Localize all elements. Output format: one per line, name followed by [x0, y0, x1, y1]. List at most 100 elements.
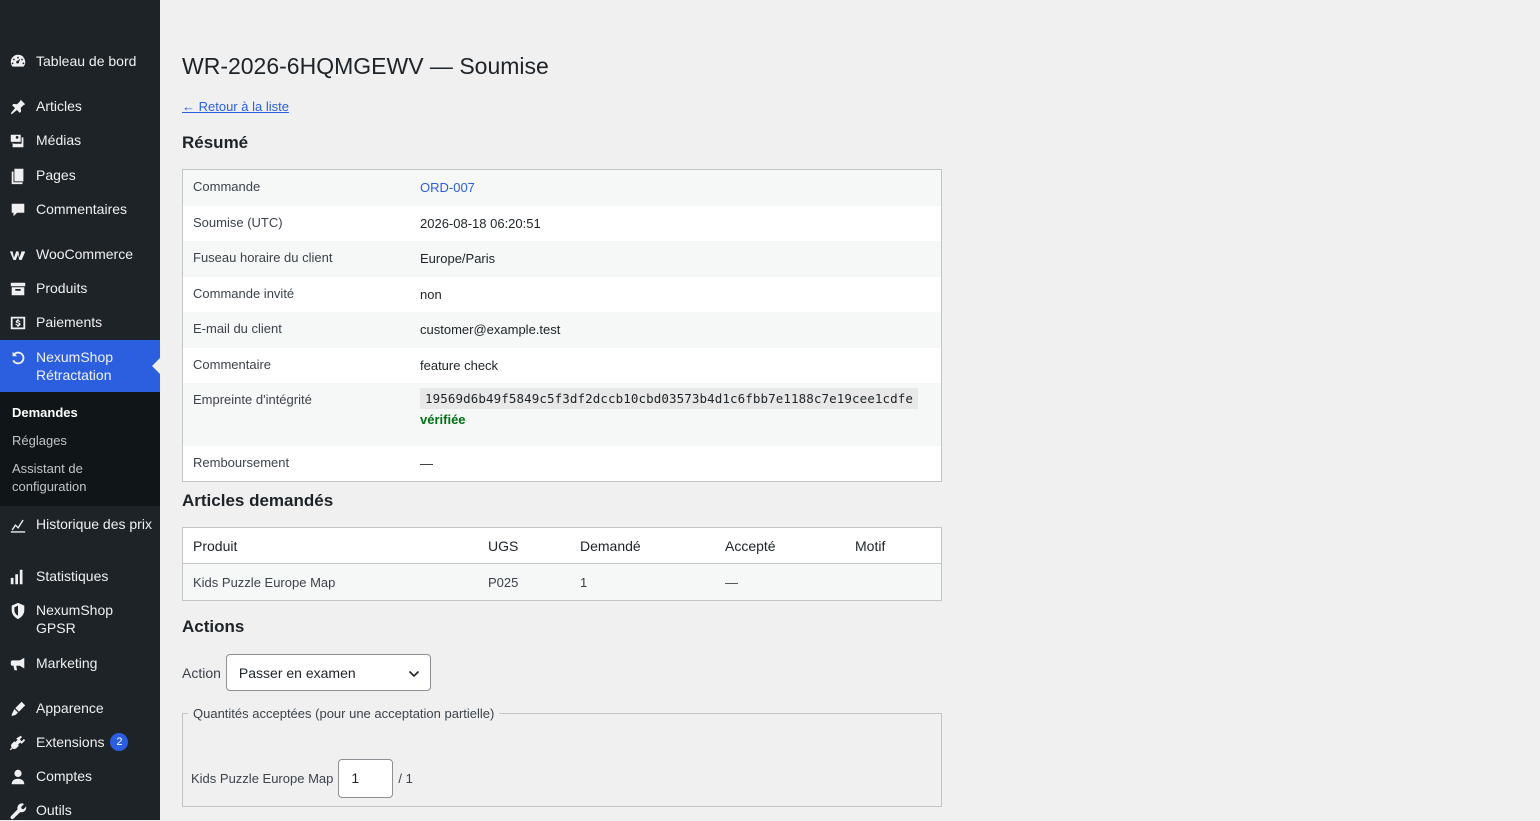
items-heading: Articles demandés	[182, 491, 334, 510]
menu-item-products[interactable]: Produits	[0, 279, 160, 299]
menu-item-plugins[interactable]: Extensions 2	[0, 733, 160, 753]
menu-label: Marketing	[36, 655, 98, 671]
menu-label: NexumShop Rétractation	[36, 349, 114, 383]
menu-item-woocommerce[interactable]: WooCommerce	[0, 245, 160, 265]
admin-sidebar: Tableau de bord Articles Médias Pages Co…	[0, 0, 160, 820]
summary-label: Commentaire	[193, 356, 272, 372]
bar-chart-icon	[8, 567, 28, 587]
submenu-retractation: Demandes Réglages Assistant de configura…	[0, 392, 160, 506]
summary-label: Commande invité	[193, 285, 295, 301]
menu-item-comments[interactable]: Commentaires	[0, 200, 160, 220]
menu-label: Commentaires	[36, 201, 128, 217]
qty-row: Kids Puzzle Europe Map 1 / 1	[191, 759, 413, 798]
accepted-quantities-fieldset: Quantités acceptées (pour une acceptatio…	[182, 706, 942, 807]
pages-icon	[8, 166, 28, 186]
undo-icon	[8, 348, 28, 368]
menu-item-users[interactable]: Comptes	[0, 767, 160, 787]
submenu-item-settings[interactable]: Réglages	[12, 432, 152, 450]
summary-table: Commande ORD-007 Soumise (UTC) 2026-08-1…	[182, 169, 942, 482]
cell-product: Kids Puzzle Europe Map	[182, 563, 478, 601]
menu-item-nexumshop-retractation[interactable]: NexumShop Rétractation	[0, 340, 160, 392]
menu-label: Paiements	[36, 314, 103, 330]
summary-row-guest: Commande invité non	[183, 277, 942, 312]
submenu-item-setup-wizard[interactable]: Assistant de configuration	[12, 460, 152, 496]
menu-item-dashboard[interactable]: Tableau de bord	[0, 52, 160, 72]
page-title: WR-2026-6HQMGEWV — Soumise	[182, 53, 549, 79]
accepted-quantities-legend: Quantités acceptées (pour une acceptatio…	[193, 706, 495, 721]
summary-label: Commande	[193, 179, 261, 194]
summary-row-timezone: Fuseau horaire du client Europe/Paris	[182, 240, 942, 277]
items-table: Produit UGS Demandé Accepté Motif Kids P…	[182, 527, 942, 601]
integrity-verified-badge: vérifiée	[420, 411, 466, 427]
menu-label: Comptes	[36, 768, 93, 784]
payments-icon	[8, 313, 28, 333]
summary-row-refund: Remboursement —	[183, 446, 942, 482]
cell-accepted: —	[715, 563, 845, 601]
wrench-icon	[8, 801, 28, 821]
summary-value: customer@example.test	[420, 321, 561, 337]
column-header-accepted: Accepté	[715, 527, 845, 564]
archive-icon	[8, 279, 28, 299]
submenu-item-requests[interactable]: Demandes	[12, 404, 152, 422]
menu-label: Pages	[36, 167, 76, 183]
summary-label: Fuseau horaire du client	[193, 249, 333, 265]
summary-value: —	[420, 455, 433, 471]
menu-item-tools[interactable]: Outils	[0, 801, 160, 821]
menu-item-payments[interactable]: Paiements	[0, 313, 160, 333]
cell-reason	[845, 563, 942, 601]
media-icon	[8, 131, 28, 151]
chevron-down-icon	[408, 670, 419, 678]
menu-label: WooCommerce	[36, 246, 133, 262]
summary-row-order: Commande ORD-007	[182, 169, 942, 206]
action-label: Action	[182, 664, 221, 681]
column-header-sku: UGS	[478, 527, 570, 564]
back-to-list-link[interactable]: ← Retour à la liste	[182, 99, 289, 114]
summary-label: Remboursement	[193, 454, 290, 470]
summary-label: E-mail du client	[193, 320, 282, 336]
summary-value: 2026-08-18 06:20:51	[420, 215, 541, 231]
action-row: Action Passer en examen	[182, 653, 431, 692]
menu-item-price-history[interactable]: Historique des prix	[0, 515, 160, 553]
action-select[interactable]: Passer en examen	[225, 654, 431, 691]
menu-label: Statistiques	[36, 568, 109, 584]
update-count-badge: 2	[110, 733, 129, 751]
pin-icon	[8, 97, 28, 117]
menu-item-pages[interactable]: Pages	[0, 166, 160, 186]
plugin-icon	[8, 733, 28, 753]
menu-label: Médias	[36, 132, 82, 148]
order-link[interactable]: ORD-007	[420, 180, 475, 195]
menu-item-nexumshop-gpsr[interactable]: NexumShop GPSR	[0, 601, 160, 639]
menu-item-media[interactable]: Médias	[0, 131, 160, 151]
brush-icon	[8, 699, 28, 719]
action-select-value: Passer en examen	[238, 665, 356, 681]
summary-value: Europe/Paris	[420, 250, 496, 266]
woocommerce-icon	[8, 245, 28, 265]
menu-label: Tableau de bord	[36, 53, 137, 69]
chart-line-icon	[8, 515, 28, 535]
cell-requested: 1	[570, 563, 715, 601]
menu-label: Outils	[36, 802, 72, 818]
menu-label-text: Extensions	[36, 734, 105, 750]
menu-label: Historique des prix	[36, 516, 152, 532]
summary-row-comment: Commentaire feature check	[183, 348, 942, 383]
menu-label: Extensions 2	[36, 733, 154, 751]
shield-icon	[8, 601, 28, 621]
megaphone-icon	[8, 654, 28, 674]
cell-sku: P025	[478, 563, 570, 601]
menu-label: Apparence	[36, 700, 104, 716]
actions-heading: Actions	[182, 617, 245, 636]
user-icon	[8, 767, 28, 787]
menu-item-appearance[interactable]: Apparence	[0, 699, 160, 719]
menu-label: Produits	[36, 280, 88, 296]
integrity-hash: 19569d6b49f5849c5f3df2dccb10cbd03573b4d1…	[420, 387, 919, 409]
menu-item-statistics[interactable]: Statistiques	[0, 567, 160, 587]
menu-item-marketing[interactable]: Marketing	[0, 654, 160, 674]
menu-item-posts[interactable]: Articles	[0, 97, 160, 117]
qty-max-label: / 1	[398, 771, 413, 786]
comment-icon	[8, 200, 28, 220]
table-row: Kids Puzzle Europe Map P025 1 —	[182, 563, 942, 601]
summary-row-integrity: Empreinte d'intégrité 19569d6b49f5849c5f…	[182, 382, 942, 446]
summary-value: non	[420, 286, 442, 302]
quantity-input[interactable]: 1	[338, 759, 394, 798]
menu-label: NexumShop GPSR	[36, 602, 114, 636]
